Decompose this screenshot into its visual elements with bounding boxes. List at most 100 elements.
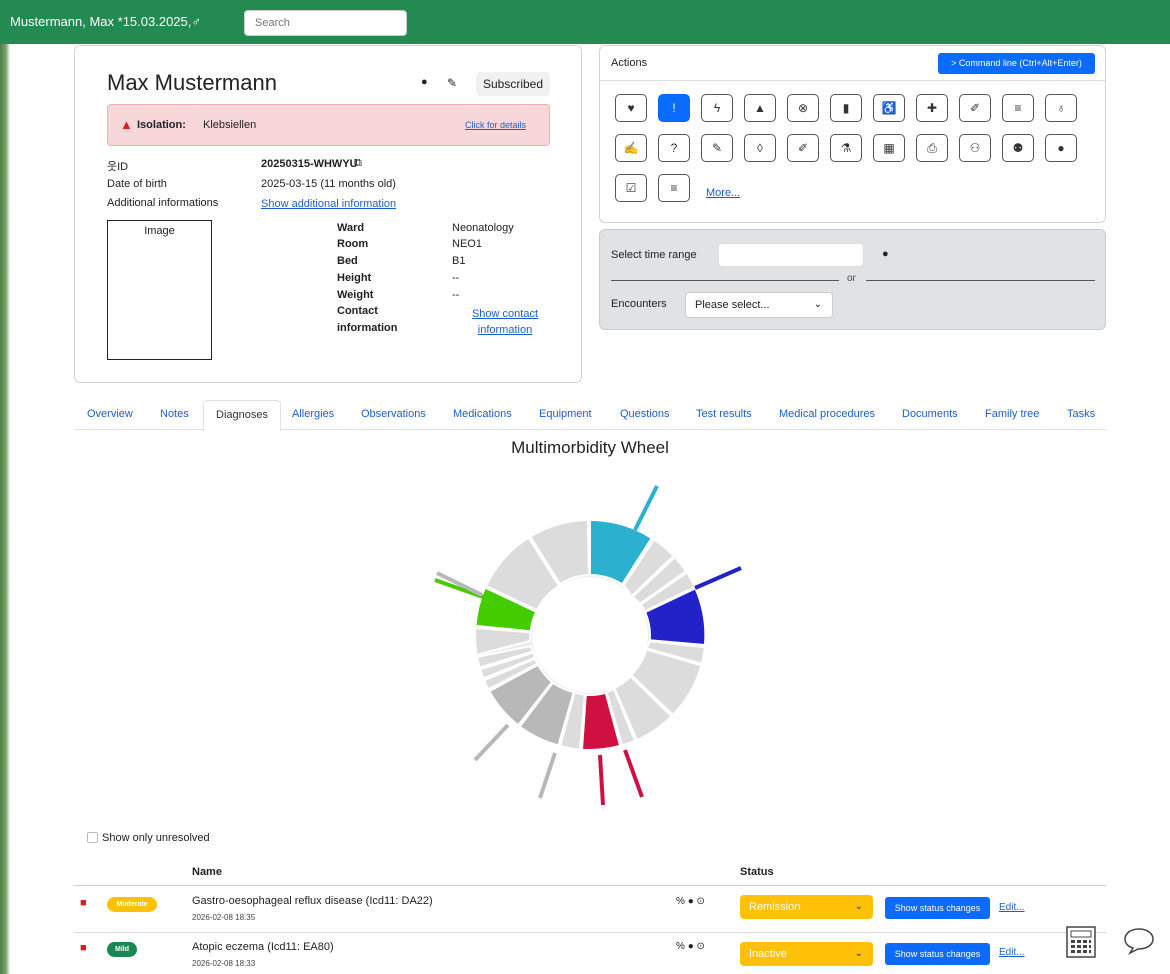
actions-title: Actions <box>611 57 648 69</box>
wheel-spike-grey-2 <box>473 723 510 762</box>
family-icon[interactable]: ⚉ <box>1002 134 1034 162</box>
row-action-icons[interactable]: % ● ⊙ <box>676 941 705 952</box>
tab-questions[interactable]: Questions <box>620 408 670 420</box>
drop-icon[interactable]: ◊ <box>744 134 776 162</box>
image-label: Image <box>144 225 175 237</box>
edit-note-icon[interactable]: ✎ <box>701 134 733 162</box>
bolt-icon[interactable]: ϟ <box>701 94 733 122</box>
tab-medications[interactable]: Medications <box>453 408 512 420</box>
tab-tasks[interactable]: Tasks <box>1067 408 1095 420</box>
tab-test-results[interactable]: Test results <box>696 408 752 420</box>
encounters-select[interactable]: Please select... ⌄ <box>685 292 833 318</box>
header-divider <box>74 885 1106 886</box>
show-contact-link[interactable]: Show contact information <box>455 306 555 338</box>
ward-value: Neonatology <box>452 222 514 234</box>
search-input[interactable] <box>244 10 407 36</box>
subscribed-button[interactable]: Subscribed <box>476 72 550 96</box>
eyedropper-icon[interactable]: ✐ <box>959 94 991 122</box>
info-icon[interactable]: ● <box>882 248 889 260</box>
tab-observations[interactable]: Observations <box>361 408 426 420</box>
tab-documents[interactable]: Documents <box>902 408 958 420</box>
file-icon[interactable]: ▮ <box>830 94 862 122</box>
edit-link[interactable]: Edit... <box>999 902 1025 913</box>
contact-link-line-2[interactable]: information <box>478 324 532 336</box>
tab-family-tree[interactable]: Family tree <box>985 408 1039 420</box>
info-icon[interactable]: ● <box>421 76 428 88</box>
more-actions-link[interactable]: More... <box>706 187 740 199</box>
calculator-icon[interactable] <box>1066 926 1096 958</box>
eyedropper-2-icon[interactable]: ✐ <box>787 134 819 162</box>
show-unresolved-toggle[interactable]: Show only unresolved <box>87 832 210 844</box>
diagnosis-date: 2026-02-08 18:33 <box>192 959 256 968</box>
time-range-card: Select time range ● or Encounters Please… <box>599 229 1106 330</box>
chevron-down-icon: ⌄ <box>813 299 822 310</box>
comment-icon[interactable]: ● <box>688 941 694 952</box>
trash-icon[interactable]: ■ <box>80 942 87 954</box>
actions-divider <box>600 80 1105 81</box>
wheel-center <box>532 577 648 693</box>
edit-icon[interactable]: ✎ <box>447 76 457 90</box>
warning-icon[interactable]: ▲ <box>744 94 776 122</box>
patient-header-label[interactable]: Mustermann, Max *15.03.2025,♂ <box>10 14 201 29</box>
chevron-down-icon: ⌄ <box>854 901 863 912</box>
dob-label: Date of birth <box>107 178 167 190</box>
column-header-name[interactable]: Name <box>192 866 222 878</box>
wheelchair-icon[interactable]: ♿ <box>873 94 905 122</box>
isolation-label: Isolation: <box>137 119 186 131</box>
chevron-down-icon: ⌄ <box>854 948 863 959</box>
history-icon[interactable]: ⊙ <box>697 896 705 907</box>
tab-medical-procedures[interactable]: Medical procedures <box>779 408 875 420</box>
binoculars-icon[interactable]: ⊗ <box>787 94 819 122</box>
column-header-status[interactable]: Status <box>740 866 774 878</box>
room-label: Room <box>337 238 369 250</box>
history-icon[interactable]: ⊙ <box>697 941 705 952</box>
link-icon[interactable]: % <box>676 941 685 952</box>
isolation-details-link[interactable]: Click for details <box>465 120 526 130</box>
show-additional-info-link[interactable]: Show additional information <box>261 198 396 210</box>
vitals-icon[interactable]: ♥ <box>615 94 647 122</box>
copy-icon[interactable]: ⧉ <box>354 157 362 170</box>
weight-value: -- <box>452 289 460 301</box>
select-time-range-label: Select time range <box>611 249 697 261</box>
id-label: 웃ID <box>107 161 129 173</box>
tab-allergies[interactable]: Allergies <box>292 408 334 420</box>
actions-card: Actions > Command line (Ctrl+Alt+Enter) … <box>599 45 1106 223</box>
command-line-button[interactable]: > Command line (Ctrl+Alt+Enter) <box>938 53 1095 74</box>
chat-icon[interactable] <box>1122 926 1156 956</box>
wheel-spike-cyan <box>633 485 659 531</box>
medkit-icon[interactable]: ✚ <box>916 94 948 122</box>
multimorbidity-wheel <box>434 485 742 806</box>
checkbox-icon[interactable]: ☑ <box>615 174 647 202</box>
calendar-icon[interactable]: ▦ <box>873 134 905 162</box>
additional-info-label: Additional informations <box>107 197 219 209</box>
flask-icon[interactable]: ⚗ <box>830 134 862 162</box>
show-status-changes-button[interactable]: Show status changes <box>885 943 990 965</box>
contact-link-line-1[interactable]: Show contact <box>472 308 538 320</box>
trash-icon[interactable]: ■ <box>80 897 87 909</box>
document-2-icon[interactable]: ≡ <box>658 174 690 202</box>
alert-icon[interactable]: ! <box>658 94 690 122</box>
question-icon[interactable]: ? <box>658 134 690 162</box>
stethoscope-icon[interactable]: ♁ <box>1045 94 1077 122</box>
document-icon[interactable]: ≡ <box>1002 94 1034 122</box>
status-select[interactable]: Inactive ⌄ <box>740 942 873 966</box>
patient-name: Max Mustermann <box>107 70 277 95</box>
globe-icon[interactable]: ● <box>1045 134 1077 162</box>
status-select[interactable]: Remission ⌄ <box>740 895 873 919</box>
height-label: Height <box>337 272 372 284</box>
show-status-changes-button[interactable]: Show status changes <box>885 897 990 919</box>
tab-notes[interactable]: Notes <box>160 408 189 420</box>
signature-icon[interactable]: ✍ <box>615 134 647 162</box>
print-icon[interactable]: ⎙ <box>916 134 948 162</box>
tab-diagnoses[interactable]: Diagnoses <box>203 400 281 431</box>
row-action-icons[interactable]: % ● ⊙ <box>676 896 705 907</box>
comment-icon[interactable]: ● <box>688 896 694 907</box>
people-icon[interactable]: ⚇ <box>959 134 991 162</box>
tab-equipment[interactable]: Equipment <box>539 408 592 420</box>
edit-link[interactable]: Edit... <box>999 947 1025 958</box>
divider-left <box>611 280 839 281</box>
checkbox[interactable] <box>87 832 98 843</box>
tab-overview[interactable]: Overview <box>87 408 133 420</box>
link-icon[interactable]: % <box>676 896 685 907</box>
time-range-input[interactable] <box>718 243 864 267</box>
